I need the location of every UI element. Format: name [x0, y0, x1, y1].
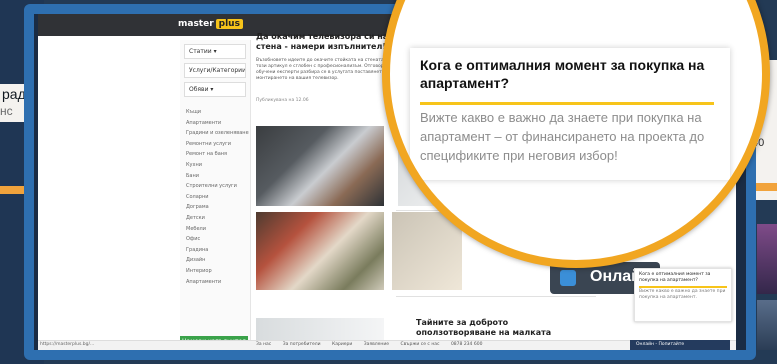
chat-popup-title: Кога е оптималния момент за покупка на а…: [639, 272, 711, 283]
article-excerpt: Възобновете идеите до окачите стойката н…: [256, 58, 394, 81]
divider: [396, 296, 596, 297]
sidebar-item[interactable]: Апартаменти: [180, 277, 250, 288]
chat-icon: [560, 270, 576, 286]
magnified-card-text: Вижте какво е важно да знаете при покупк…: [420, 110, 705, 163]
article-image-tv-mount[interactable]: [256, 126, 384, 206]
sidebar-category-list: Къщи Апартаменти Градини и озеленяване Р…: [180, 107, 250, 287]
background-left-subheading: нс: [0, 104, 13, 118]
footer-links: За нас За потребители Кариери Заявление …: [256, 342, 492, 347]
logo-badge: plus: [215, 19, 243, 29]
article-image-drill[interactable]: [256, 212, 384, 290]
article-title[interactable]: Тайните за доброто оползотворяване на ма…: [416, 318, 576, 338]
sidebar-item[interactable]: Соларни: [180, 192, 250, 203]
footer-link[interactable]: Свържи се с нас: [401, 342, 440, 347]
logo-text: master: [178, 19, 214, 29]
footer-link[interactable]: За нас: [256, 342, 271, 347]
sidebar-item[interactable]: Детски: [180, 213, 250, 224]
sidebar-item[interactable]: Ремонт на баня: [180, 149, 250, 160]
magnified-card-title: Кога е оптималния момент за покупка на а…: [420, 57, 705, 91]
footer-link[interactable]: За потребители: [283, 342, 321, 347]
sidebar-button-articles[interactable]: Статии ▾: [184, 44, 246, 59]
sidebar-item[interactable]: Градини и озеленяване: [180, 128, 250, 139]
sidebar-button-services[interactable]: Услуги/Категории ▾: [184, 63, 246, 78]
background-right-image: [757, 224, 777, 294]
magnified-card-underline: [420, 102, 714, 105]
background-right-image-2: [757, 300, 777, 350]
chat-bar[interactable]: Онлайн - Попитайте: [630, 340, 730, 350]
sidebar-item[interactable]: Дизайн: [180, 255, 250, 266]
footer-phone: 0878 234 600: [450, 342, 483, 347]
sidebar-item[interactable]: Бани: [180, 171, 250, 182]
article-meta: Публикувана на 12.06: [256, 98, 309, 103]
chat-popup-underline: [639, 286, 727, 288]
sidebar-item[interactable]: Интериор: [180, 266, 250, 277]
sidebar-item[interactable]: Къщи: [180, 107, 250, 118]
sidebar-item[interactable]: Кухни: [180, 160, 250, 171]
sidebar-item[interactable]: Дограма: [180, 202, 250, 213]
article-image-side-2: [392, 212, 462, 290]
sidebar-item[interactable]: Мебели: [180, 224, 250, 235]
sidebar-item[interactable]: Офис: [180, 234, 250, 245]
site-logo[interactable]: master plus: [178, 19, 243, 29]
sidebar: Статии ▾ Услуги/Категории ▾ Обяви ▾ Къщи…: [180, 40, 251, 346]
sidebar-item[interactable]: Строителни услуги: [180, 181, 250, 192]
magnified-article-card[interactable]: Кога е оптималния момент за покупка на а…: [410, 48, 730, 180]
chat-popup-text: Вижте какво е важно да знаете при покупк…: [639, 289, 726, 300]
sidebar-item[interactable]: Апартаменти: [180, 118, 250, 129]
sidebar-item[interactable]: Ремонтни услуги: [180, 139, 250, 150]
sidebar-item[interactable]: Градина: [180, 245, 250, 256]
chat-popup[interactable]: Кога е оптималния момент за покупка на а…: [634, 268, 732, 322]
footer-link[interactable]: Заявление: [364, 342, 389, 347]
sidebar-button-ads[interactable]: Обяви ▾: [184, 82, 246, 97]
footer-link[interactable]: Кариери: [332, 342, 352, 347]
status-url: https://masterplus.bg/...: [40, 342, 95, 347]
